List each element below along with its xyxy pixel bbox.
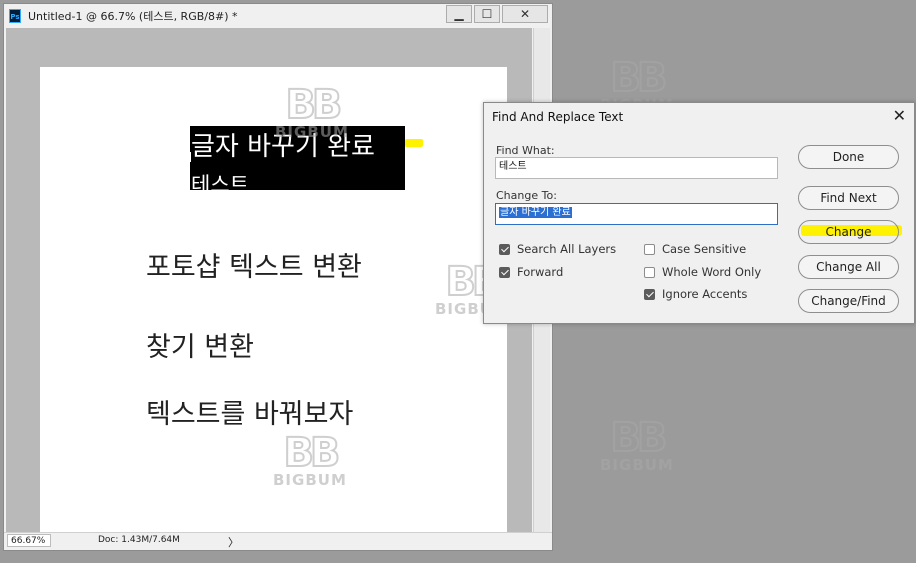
dialog-title: Find And Replace Text [492, 110, 624, 124]
title-bar[interactable]: Ps Untitled-1 @ 66.7% (테스트, RGB/8#) * ▁ … [4, 4, 552, 28]
watermark-logo: BB [282, 430, 341, 476]
watermark-logo: BB [609, 415, 668, 461]
case-sensitive-option[interactable]: Case Sensitive [644, 242, 746, 256]
watermark: BB BIGBUM [600, 415, 674, 474]
case-sensitive-label: Case Sensitive [662, 242, 747, 256]
text-cursor [190, 152, 191, 162]
canvas-text-line2[interactable]: 테스트 [191, 169, 249, 199]
document-window: Ps Untitled-1 @ 66.7% (테스트, RGB/8#) * ▁ … [3, 3, 553, 551]
watermark-text: BIGBUM [273, 471, 347, 489]
find-next-button[interactable]: Find Next [798, 186, 899, 210]
find-what-input[interactable]: 테스트 [495, 157, 778, 179]
close-window-button[interactable]: ✕ [502, 5, 548, 23]
change-find-button[interactable]: Change/Find [798, 289, 899, 313]
status-menu-arrow[interactable]: 〉 [228, 534, 239, 550]
watermark-logo: BB [609, 55, 668, 101]
status-bar: 66.67% Doc: 1.43M/7.64M 〉 [4, 532, 552, 550]
close-icon[interactable]: ✕ [893, 108, 906, 124]
zoom-input[interactable]: 66.67% [7, 534, 51, 547]
document-page[interactable]: 글자 바꾸기 완료 테스트 포토샵 텍스트 변환 찾기 변환 텍스트를 바꿔보자… [40, 67, 508, 544]
watermark-logo: BB [284, 82, 343, 128]
change-all-button[interactable]: Change All [798, 255, 899, 279]
canvas-area[interactable]: 글자 바꾸기 완료 테스트 포토샵 텍스트 변환 찾기 변환 텍스트를 바꿔보자… [6, 28, 532, 544]
search-all-layers-checkbox[interactable] [499, 243, 510, 255]
case-sensitive-checkbox[interactable] [644, 243, 655, 255]
find-replace-dialog: Find And Replace Text ✕ Find What: 테스트 C… [483, 102, 915, 324]
window-controls: ▁ ☐ ✕ [444, 5, 548, 23]
whole-word-only-option[interactable]: Whole Word Only [644, 265, 761, 279]
forward-option[interactable]: Forward [499, 265, 563, 279]
restore-button[interactable]: ☐ [474, 5, 500, 23]
forward-label: Forward [517, 265, 564, 279]
whole-word-only-label: Whole Word Only [662, 265, 762, 279]
forward-checkbox[interactable] [499, 266, 510, 278]
canvas-text-line1[interactable]: 글자 바꾸기 완료 [191, 126, 375, 163]
doc-size-info[interactable]: Doc: 1.43M/7.64M [98, 535, 180, 545]
minimize-button[interactable]: ▁ [446, 5, 472, 23]
whole-word-only-checkbox[interactable] [644, 266, 655, 278]
find-what-value: 테스트 [499, 161, 527, 172]
change-button[interactable]: Change [798, 220, 899, 244]
change-to-input[interactable]: 글자 바꾸기 완료 [495, 203, 778, 225]
find-what-label: Find What: [496, 144, 555, 157]
canvas-text-line4[interactable]: 찾기 변환 [146, 325, 254, 364]
search-all-layers-option[interactable]: Search All Layers [499, 242, 616, 256]
yellow-highlight-mark [405, 139, 423, 147]
ignore-accents-label: Ignore Accents [662, 287, 748, 301]
ignore-accents-option[interactable]: Ignore Accents [644, 287, 747, 301]
photoshop-app-icon: Ps [9, 9, 21, 23]
ignore-accents-checkbox[interactable] [644, 288, 655, 300]
canvas-text-line5[interactable]: 텍스트를 바꿔보자 [146, 392, 353, 431]
watermark-text: BIGBUM [600, 456, 674, 474]
search-all-layers-label: Search All Layers [517, 242, 617, 256]
watermark: BB BIGBUM [273, 430, 347, 489]
done-button[interactable]: Done [798, 145, 899, 169]
change-to-value: 글자 바꾸기 완료 [499, 207, 572, 218]
change-to-label: Change To: [496, 189, 557, 202]
canvas-text-line3[interactable]: 포토샵 텍스트 변환 [146, 245, 362, 284]
document-title: Untitled-1 @ 66.7% (테스트, RGB/8#) * [28, 10, 238, 23]
